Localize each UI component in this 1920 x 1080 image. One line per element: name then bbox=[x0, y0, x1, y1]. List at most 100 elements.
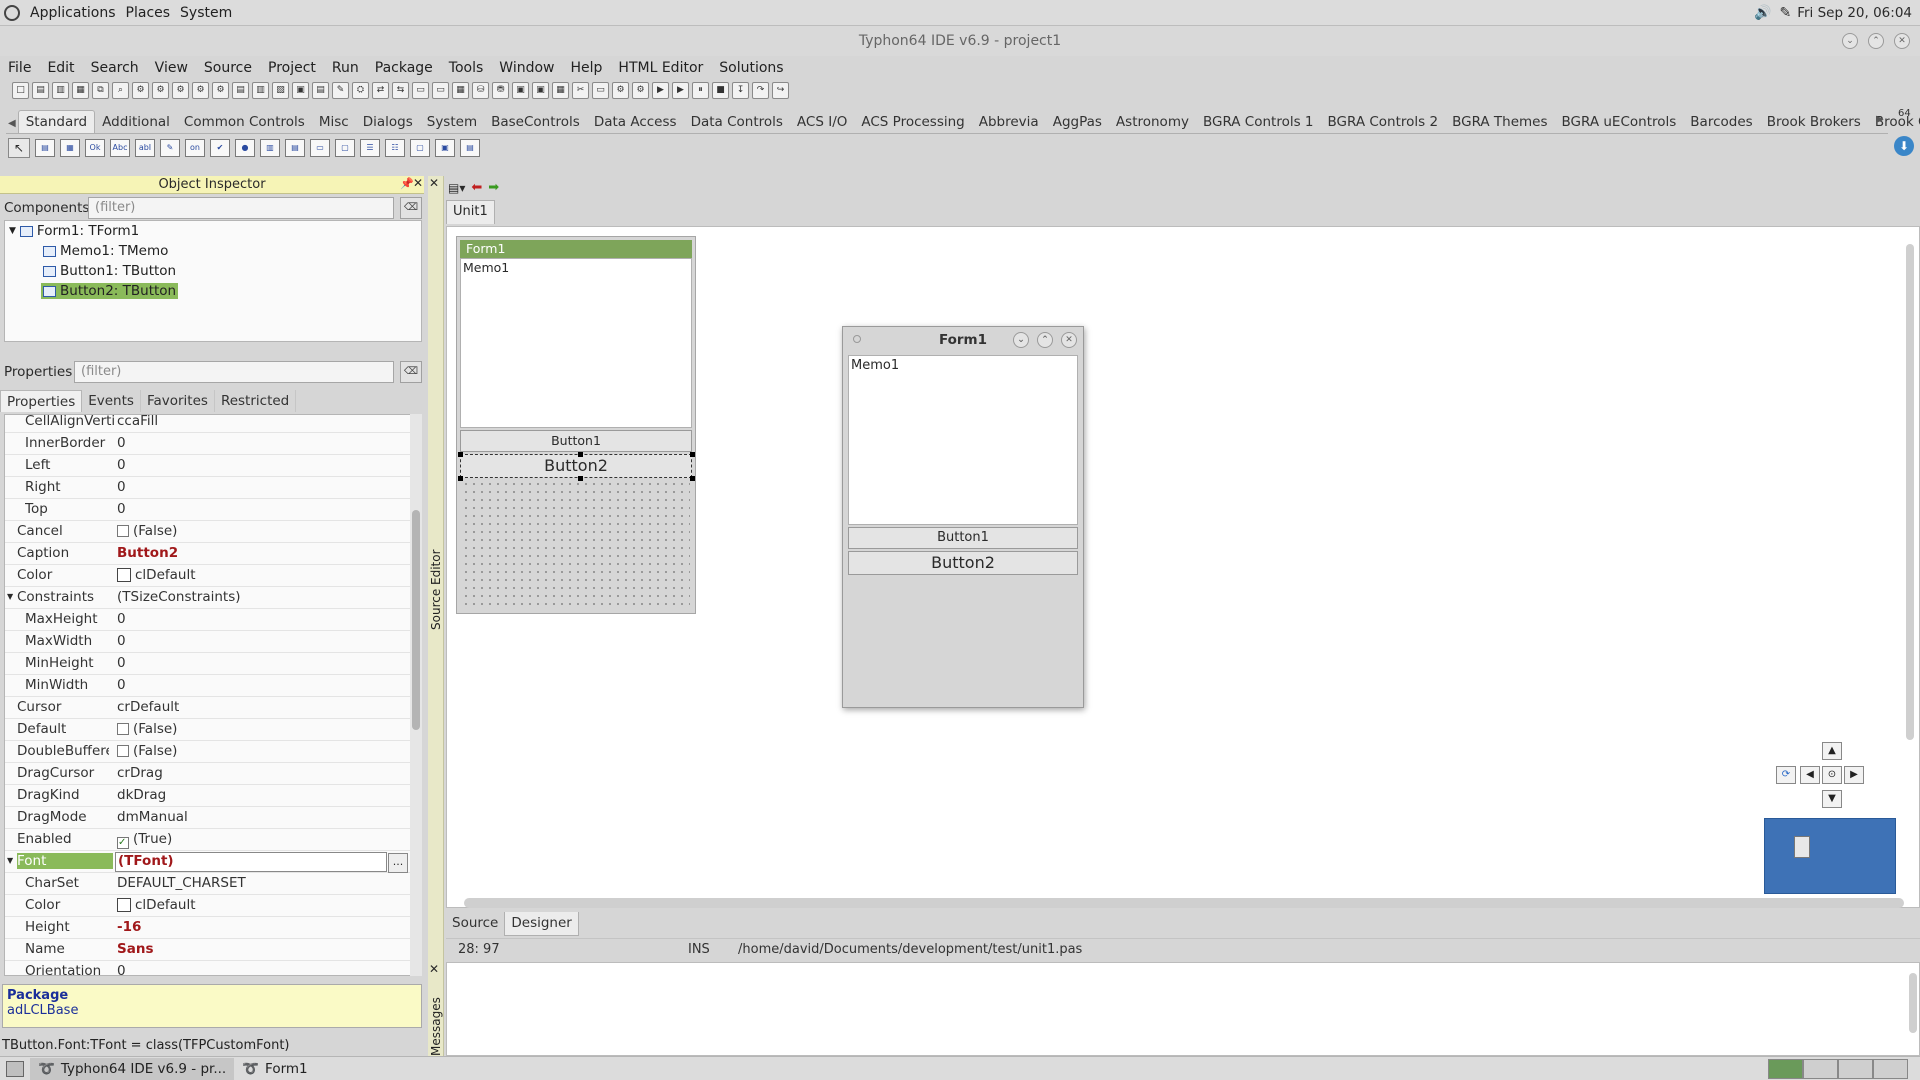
palette-tab-acs-i-o[interactable]: ACS I/O bbox=[790, 111, 854, 133]
palette-tbutton-icon[interactable]: Ok bbox=[85, 139, 105, 157]
tree-expand-icon[interactable]: ▼ bbox=[9, 226, 16, 236]
checkbox[interactable] bbox=[117, 525, 129, 537]
toolbar-icon-24[interactable]: ⛃ bbox=[492, 82, 509, 99]
palette-tab-astronomy[interactable]: Astronomy bbox=[1109, 111, 1196, 133]
toolbar-icon-29[interactable]: ▭ bbox=[592, 82, 609, 99]
expand-icon[interactable]: ▼ bbox=[7, 592, 13, 601]
form1-maximize-button[interactable]: ⌃ bbox=[1037, 332, 1053, 348]
palette-tmainmenu-icon[interactable]: ▤ bbox=[35, 139, 55, 157]
palette-tab-bgra-uecontrols[interactable]: BGRA uEControls bbox=[1555, 111, 1684, 133]
task-typhon-ide[interactable]: ➰ Typhon64 IDE v6.9 - pr... bbox=[30, 1057, 235, 1080]
property-row[interactable]: Cancel (False) bbox=[5, 521, 411, 543]
property-row[interactable]: DragKind dkDrag bbox=[5, 785, 411, 807]
menu-tools[interactable]: Tools bbox=[441, 60, 492, 76]
palette-tradiobutton-icon[interactable]: ● bbox=[235, 139, 255, 157]
palette-tactionlist-icon[interactable]: ▤ bbox=[460, 139, 480, 157]
properties-filter-clear-button[interactable]: ⌫ bbox=[400, 361, 422, 383]
selection-handle[interactable] bbox=[578, 476, 583, 481]
property-grid-scrollbar[interactable] bbox=[410, 414, 422, 976]
property-row[interactable]: Default (False) bbox=[5, 719, 411, 741]
property-row[interactable]: DragMode dmManual bbox=[5, 807, 411, 829]
designer-button2[interactable]: Button2 bbox=[460, 454, 692, 478]
property-row[interactable]: MaxHeight 0 bbox=[5, 609, 411, 631]
palette-tpopupmenu-icon[interactable]: ▦ bbox=[60, 139, 80, 157]
network-icon[interactable]: ✎ bbox=[1779, 5, 1791, 21]
designer-form-caption[interactable]: Form1 bbox=[460, 240, 692, 258]
menu-system[interactable]: System bbox=[180, 5, 232, 21]
tab-events[interactable]: Events bbox=[82, 390, 141, 412]
selection-handle[interactable] bbox=[458, 452, 463, 457]
palette-tab-bgra-controls-2[interactable]: BGRA Controls 2 bbox=[1321, 111, 1446, 133]
palette-tscrollbar-icon[interactable]: ▭ bbox=[310, 139, 330, 157]
workspace-2[interactable] bbox=[1803, 1058, 1838, 1079]
form1-button2[interactable]: Button2 bbox=[848, 551, 1078, 575]
selection-handle[interactable] bbox=[458, 476, 463, 481]
forward-arrow-icon[interactable]: ➡ bbox=[488, 180, 499, 195]
workspace-3[interactable] bbox=[1838, 1058, 1873, 1079]
app-logo-icon[interactable] bbox=[4, 4, 20, 21]
tree-node-1[interactable]: Memo1: TMemo bbox=[41, 243, 170, 259]
palette-tab-common-controls[interactable]: Common Controls bbox=[177, 111, 312, 133]
palette-tab-dialogs[interactable]: Dialogs bbox=[356, 111, 420, 133]
pin-icon[interactable]: 📌 bbox=[400, 177, 414, 190]
form1-window[interactable]: Form1 ⌄ ⌃ ✕ Memo1 Button1 Button2 bbox=[842, 326, 1084, 708]
minimize-button[interactable]: ⌄ bbox=[1842, 33, 1858, 49]
toolbar-icon-2[interactable]: ▥ bbox=[52, 82, 69, 99]
select-pointer-icon[interactable]: ↖ bbox=[8, 138, 30, 158]
designer-horizontal-scrollbar[interactable] bbox=[464, 898, 1904, 908]
tab-source[interactable]: Source bbox=[446, 912, 504, 936]
menu-file[interactable]: File bbox=[0, 60, 39, 76]
menu-package[interactable]: Package bbox=[367, 60, 441, 76]
checkbox-checked[interactable]: ✓ bbox=[117, 837, 129, 849]
tab-designer[interactable]: Designer bbox=[504, 912, 579, 936]
palette-tab-bgra-controls-1[interactable]: BGRA Controls 1 bbox=[1196, 111, 1321, 133]
nav-right-icon[interactable]: ▶ bbox=[1844, 766, 1864, 784]
palette-tab-data-controls[interactable]: Data Controls bbox=[684, 111, 790, 133]
toolbar-icon-1[interactable]: ▤ bbox=[32, 82, 49, 99]
toolbar-icon-37[interactable]: ↷ bbox=[752, 82, 769, 99]
toolbar-icon-38[interactable]: ↪ bbox=[772, 82, 789, 99]
palette-tframe-icon[interactable]: ▣ bbox=[435, 139, 455, 157]
oi-close-icon[interactable]: ✕ bbox=[413, 176, 423, 190]
checkbox[interactable] bbox=[117, 723, 129, 735]
menu-source[interactable]: Source bbox=[196, 60, 260, 76]
toolbar-icon-27[interactable]: ▦ bbox=[552, 82, 569, 99]
selection-handle[interactable] bbox=[578, 452, 583, 457]
palette-tcheckgroup-icon[interactable]: ☷ bbox=[385, 139, 405, 157]
toolbar-icon-30[interactable]: ⚙ bbox=[612, 82, 629, 99]
workspace-switcher[interactable] bbox=[1768, 1058, 1908, 1079]
property-row[interactable]: Color clDefault bbox=[5, 565, 411, 587]
menu-project[interactable]: Project bbox=[260, 60, 324, 76]
toolbar-icon-20[interactable]: ▭ bbox=[412, 82, 429, 99]
menu-solutions[interactable]: Solutions bbox=[711, 60, 791, 76]
tab-favorites[interactable]: Favorites bbox=[141, 390, 215, 412]
palette-tradiogroup-icon[interactable]: ☰ bbox=[360, 139, 380, 157]
selection-handle[interactable] bbox=[690, 476, 695, 481]
toolbar-icon-9[interactable]: ⚙ bbox=[192, 82, 209, 99]
menu-applications[interactable]: Applications bbox=[30, 5, 116, 21]
nav-left-icon[interactable]: ◀ bbox=[1800, 766, 1820, 784]
palette-tab-brook-brokers[interactable]: Brook Brokers bbox=[1760, 111, 1868, 133]
property-row[interactable]: Cursor crDefault bbox=[5, 697, 411, 719]
back-arrow-icon[interactable]: ⬅ bbox=[471, 180, 482, 195]
toolbar-icon-11[interactable]: ▤ bbox=[232, 82, 249, 99]
property-row[interactable]: Color clDefault bbox=[5, 895, 411, 917]
form1-minimize-button[interactable]: ⌄ bbox=[1013, 332, 1029, 348]
toolbar-icon-6[interactable]: ⚙ bbox=[132, 82, 149, 99]
palette-tab-standard[interactable]: Standard bbox=[17, 110, 96, 133]
designer-minimap[interactable] bbox=[1764, 818, 1896, 894]
close-button[interactable]: ✕ bbox=[1894, 33, 1910, 49]
toolbar-icon-23[interactable]: ⛁ bbox=[472, 82, 489, 99]
nav-refresh-icon[interactable]: ⟳ bbox=[1776, 766, 1796, 784]
volume-icon[interactable]: 🔊 bbox=[1754, 5, 1771, 21]
toolbar-icon-10[interactable]: ⚙ bbox=[212, 82, 229, 99]
toolbar-icon-25[interactable]: ▣ bbox=[512, 82, 529, 99]
toolbar-icon-8[interactable]: ⚙ bbox=[172, 82, 189, 99]
menu-edit[interactable]: Edit bbox=[39, 60, 82, 76]
menu-html-editor[interactable]: HTML Editor bbox=[610, 60, 711, 76]
form1-titlebar[interactable]: Form1 ⌄ ⌃ ✕ bbox=[843, 327, 1083, 353]
toolbar-icon-32[interactable]: ▶ bbox=[652, 82, 669, 99]
palette-tab-aggpas[interactable]: AggPas bbox=[1046, 111, 1109, 133]
toolbar-icon-18[interactable]: ⇄ bbox=[372, 82, 389, 99]
toolbar-icon-5[interactable]: ⌕ bbox=[112, 82, 129, 99]
